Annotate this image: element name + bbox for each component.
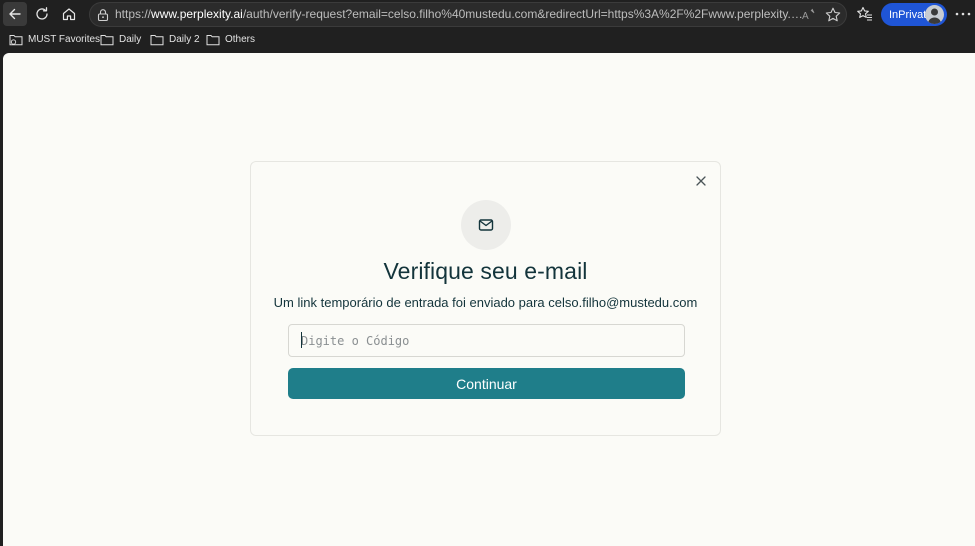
inprivate-badge[interactable]: InPrivate — [881, 3, 947, 26]
mail-icon-badge — [461, 200, 511, 250]
more-icon[interactable] — [953, 4, 973, 24]
code-input[interactable] — [288, 324, 685, 357]
dialog-title: Verifique seu e-mail — [383, 258, 588, 284]
bookmark-others[interactable]: Others — [206, 33, 255, 46]
close-icon[interactable] — [694, 174, 708, 188]
mail-icon — [478, 219, 494, 231]
url-text[interactable]: https://www.perplexity.ai/auth/verify-re… — [115, 3, 803, 26]
text-caret — [301, 332, 302, 348]
home-icon — [62, 8, 76, 21]
read-aloud-icon[interactable]: A — [800, 6, 818, 24]
bookmark-daily[interactable]: Daily — [100, 33, 141, 46]
folder-icon — [206, 35, 220, 46]
address-bar[interactable]: https://www.perplexity.ai/auth/verify-re… — [89, 2, 847, 27]
avatar — [925, 5, 944, 24]
lock-icon[interactable] — [95, 7, 111, 23]
reload-icon — [36, 7, 48, 20]
arrow-left-icon — [9, 8, 21, 20]
folder-icon — [100, 35, 114, 46]
url-path: /auth/verify-request?email=celso.filho%4… — [242, 7, 803, 21]
page-viewport: Verifique seu e-mail Um link temporário … — [3, 53, 975, 546]
dialog-subtitle: Um link temporário de entrada foi enviad… — [273, 295, 698, 310]
bookmark-label: Daily — [119, 34, 142, 45]
svg-text:A: A — [802, 11, 809, 22]
bookmark-label: Others — [225, 34, 256, 45]
verify-email-dialog: Verifique seu e-mail Um link temporário … — [250, 161, 721, 436]
bookmark-label: Daily 2 — [169, 34, 200, 45]
star-icon[interactable] — [824, 6, 842, 24]
folder-icon — [150, 35, 164, 46]
continue-button[interactable]: Continuar — [288, 368, 685, 399]
bookmark-label: MUST Favorites — [28, 34, 101, 45]
reload-button[interactable] — [30, 2, 54, 26]
browser-toolbar: https://www.perplexity.ai/auth/verify-re… — [0, 0, 975, 29]
favorites-folder-icon — [9, 35, 23, 46]
url-domain: www.perplexity.ai — [151, 7, 243, 21]
bookmark-daily-2[interactable]: Daily 2 — [150, 33, 200, 46]
profile-icon — [928, 8, 941, 24]
bookmarks-bar: MUST Favorites Daily Daily 2 Others — [0, 29, 975, 53]
bookmark-must-favorites[interactable]: MUST Favorites — [9, 33, 100, 46]
url-prefix: https:// — [115, 7, 152, 21]
back-button[interactable] — [3, 2, 27, 26]
home-button[interactable] — [57, 2, 81, 26]
favorites-icon[interactable] — [856, 5, 874, 23]
